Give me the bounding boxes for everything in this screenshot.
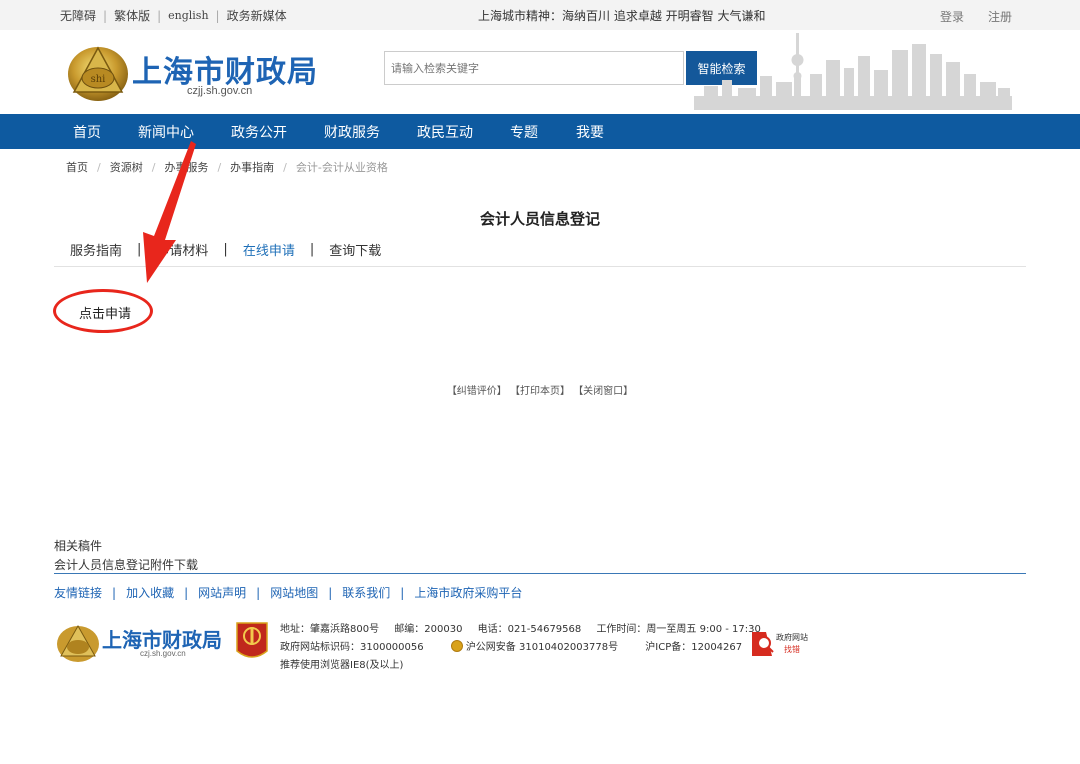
footer-contact-line: 地址：肇嘉浜路800号 邮编：200030 电话：021-54679568 工作… — [280, 620, 761, 635]
tab-application-materials[interactable]: 申请材料 — [156, 240, 208, 259]
breadcrumb-separator: / — [217, 160, 222, 174]
login-link[interactable]: 登录 — [940, 8, 964, 25]
register-link[interactable]: 注册 — [988, 8, 1012, 25]
footer-id-line: 政府网站标识码：3100000056 沪公网安备 31010402003778号… — [280, 638, 742, 653]
footer-link-statement[interactable]: 网站声明 — [198, 584, 246, 601]
footer-domain: czj.sh.gov.cn — [140, 649, 186, 658]
annotation-circle — [53, 289, 153, 333]
nav-finance-services[interactable]: 财政服务 — [324, 122, 380, 142]
nav-topics[interactable]: 专题 — [510, 122, 538, 142]
footer-divider: | — [256, 585, 261, 600]
footer-divider: | — [328, 585, 333, 600]
main-nav: 首页 新闻中心 政务公开 财政服务 政民互动 专题 我要 — [0, 114, 1080, 149]
footer-postcode: 邮编：200030 — [394, 624, 463, 635]
divider: | — [215, 8, 220, 23]
footer-gov-id: 政府网站标识码：3100000056 — [280, 642, 424, 653]
print-link[interactable]: 【打印本页】 — [510, 386, 570, 397]
footer-divider: | — [112, 585, 117, 600]
nav-news-center[interactable]: 新闻中心 — [138, 122, 194, 142]
footer-browser-note: 推荐使用浏览器IE8(及以上) — [280, 660, 404, 671]
breadcrumb-services[interactable]: 办事服务 — [164, 159, 208, 175]
footer-police-record[interactable]: 沪公网安备 31010402003778号 — [466, 642, 618, 653]
footer-address: 地址：肇嘉浜路800号 — [280, 624, 380, 635]
police-badge-icon — [450, 640, 463, 652]
search-input[interactable] — [384, 51, 684, 85]
footer-divider: | — [184, 585, 189, 600]
related-doc-link[interactable]: 会计人员信息登记附件下载 — [54, 556, 198, 573]
party-badge-icon[interactable] — [235, 621, 269, 663]
breadcrumb: 首页 / 资源树 / 办事服务 / 办事指南 / 会计-会计从业资格 — [66, 159, 388, 175]
tab-service-guide[interactable]: 服务指南 — [70, 240, 122, 259]
breadcrumb-separator: / — [97, 160, 101, 174]
footer-icp[interactable]: 沪ICP备：12004267 — [645, 642, 742, 653]
error-badge-line2: 找错 — [784, 644, 800, 654]
footer-hours: 工作时间：周一至周五 9:00 - 17:30 — [596, 624, 761, 635]
footer-link-friends[interactable]: 友情链接 — [54, 584, 102, 601]
breadcrumb-separator: / — [283, 160, 287, 174]
city-motto: 上海城市精神：海纳百川 追求卓越 开明睿智 大气谦和 — [478, 9, 766, 23]
new-media-link[interactable]: 政务新媒体 — [227, 7, 287, 24]
svg-text:shi: shi — [91, 74, 106, 85]
account-links: 登录 注册 — [940, 8, 1012, 25]
nav-public-interaction[interactable]: 政民互动 — [417, 122, 473, 142]
footer-link-contact[interactable]: 联系我们 — [342, 584, 390, 601]
feedback-link[interactable]: 【纠错评价】 — [447, 386, 507, 397]
tab-divider: | — [309, 242, 315, 257]
close-window-link[interactable]: 【关闭窗口】 — [573, 386, 633, 397]
footer-emblem-icon — [57, 624, 99, 662]
footer-phone: 电话：021-54679568 — [477, 624, 582, 635]
page-actions: 【纠错评价】 【打印本页】 【关闭窗口】 — [0, 382, 1080, 397]
breadcrumb-home[interactable]: 首页 — [66, 159, 88, 175]
related-docs-title: 相关稿件 — [54, 539, 103, 553]
breadcrumb-current: 会计-会计从业资格 — [295, 161, 388, 174]
traditional-chinese-link[interactable]: 繁体版 — [114, 7, 150, 24]
gov-site-error-report-icon[interactable]: 政府网站 找错 — [750, 628, 812, 658]
site-domain: czjj.sh.gov.cn — [187, 85, 253, 97]
top-utility-bar: 无障碍 | 繁体版 | english | 政务新媒体 上海城市精神：海纳百川 … — [0, 0, 1080, 30]
page-title: 会计人员信息登记 — [479, 210, 600, 228]
site-header: shi 上海市财政局 czjj.sh.gov.cn 智能检索 — [0, 30, 1080, 114]
tab-query-download[interactable]: 查询下载 — [329, 240, 381, 259]
breadcrumb-separator: / — [151, 160, 156, 174]
footer-links: 友情链接 | 加入收藏 | 网站声明 | 网站地图 | 联系我们 | 上海市政府… — [54, 584, 522, 601]
nav-i-want[interactable]: 我要 — [576, 122, 604, 142]
service-tabs: 服务指南 | 申请材料 | 在线申请 | 查询下载 — [70, 240, 381, 259]
breadcrumb-guide[interactable]: 办事指南 — [230, 159, 274, 175]
footer-link-bookmark[interactable]: 加入收藏 — [126, 584, 174, 601]
nav-government-affairs[interactable]: 政务公开 — [231, 122, 287, 142]
tab-divider: | — [137, 242, 142, 257]
footer-link-sitemap[interactable]: 网站地图 — [270, 584, 318, 601]
skyline-decoration-icon — [694, 33, 1012, 110]
related-divider — [54, 573, 1026, 574]
english-link[interactable]: english — [168, 9, 208, 22]
divider: | — [103, 8, 108, 23]
breadcrumb-resource-tree[interactable]: 资源树 — [110, 159, 143, 175]
emblem-logo-icon[interactable]: shi — [66, 44, 130, 102]
error-badge-line1: 政府网站 — [776, 632, 808, 642]
top-links: 无障碍 | 繁体版 | english | 政务新媒体 — [60, 7, 287, 24]
tabs-divider-line — [54, 266, 1026, 267]
tab-online-application[interactable]: 在线申请 — [243, 240, 295, 259]
divider: | — [157, 8, 162, 23]
nav-home[interactable]: 首页 — [73, 122, 101, 142]
accessibility-link[interactable]: 无障碍 — [60, 7, 96, 24]
footer-link-procurement[interactable]: 上海市政府采购平台 — [414, 584, 522, 601]
tab-divider: | — [223, 242, 228, 257]
footer-divider: | — [400, 585, 405, 600]
